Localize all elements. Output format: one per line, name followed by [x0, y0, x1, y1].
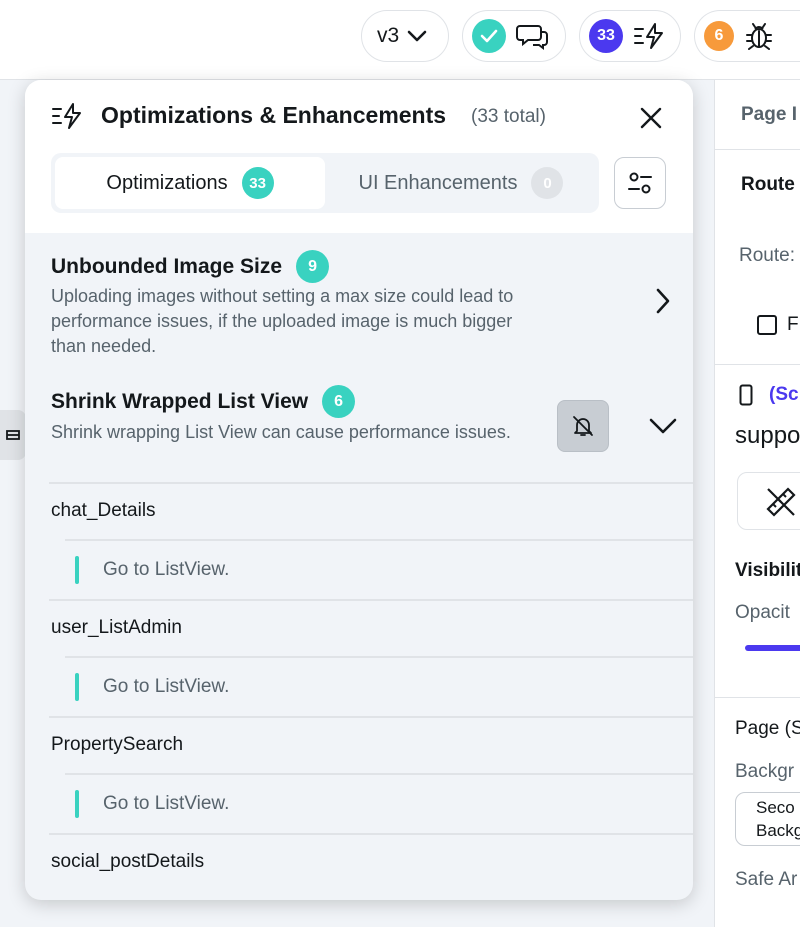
- comments-button[interactable]: [462, 10, 566, 62]
- visibility-label: Visibilit: [735, 560, 800, 581]
- top-toolbar: v3 33 6: [0, 0, 800, 80]
- list-item: social_postDetails: [51, 851, 205, 872]
- goto-label: Go to ListView.: [103, 793, 230, 814]
- goto-label: Go to ListView.: [103, 676, 230, 697]
- tab-ui-enhancements[interactable]: UI Enhancements 0: [327, 157, 595, 209]
- route-checkbox-row[interactable]: F: [757, 314, 799, 336]
- list-item: user_ListAdmin: [51, 617, 182, 638]
- tab-count-badge: 0: [531, 167, 564, 199]
- lightning-list-icon: [52, 103, 81, 129]
- checkbox[interactable]: [757, 315, 777, 335]
- divider: [715, 149, 800, 150]
- section-title-text: Unbounded Image Size: [51, 254, 283, 278]
- panel-header: Page I: [741, 104, 797, 125]
- lightning-list-icon: [634, 23, 663, 49]
- optimizations-count-badge: 33: [589, 19, 623, 53]
- divider: [65, 656, 693, 658]
- page-label: Page (S: [735, 718, 800, 739]
- popover-title: Optimizations & Enhancements: [101, 102, 447, 128]
- background-label: Backgr: [735, 761, 795, 782]
- ruler-pencil-icon: [766, 487, 796, 517]
- route-label: Route:: [739, 245, 795, 266]
- section-count-badge: 9: [296, 250, 330, 283]
- accent-bar: [75, 556, 79, 584]
- goto-link[interactable]: Go to ListView.: [75, 790, 229, 818]
- bugs-count-badge: 6: [704, 21, 734, 51]
- chevron-right-icon: [656, 288, 670, 314]
- panel-icon: [6, 430, 20, 440]
- expand-section-button[interactable]: [651, 281, 675, 321]
- safe-area-label: Safe Ar: [735, 869, 798, 890]
- accent-bar: [75, 790, 79, 818]
- check-icon: [472, 19, 506, 53]
- screen-tag: (Sc: [769, 384, 799, 405]
- section-description: Uploading images without setting a max s…: [51, 286, 514, 356]
- checkbox-label: F: [787, 314, 799, 335]
- screen-tag-row: (Sc: [739, 384, 799, 406]
- chat-bubbles-icon: [516, 25, 548, 50]
- goto-link[interactable]: Go to ListView.: [75, 556, 229, 584]
- tab-label: UI Enhancements: [358, 171, 518, 194]
- accent-bar: [75, 673, 79, 701]
- color-value-line-1: Seco: [756, 798, 795, 817]
- bug-icon: [746, 23, 772, 50]
- tab-count-badge: 33: [241, 167, 274, 199]
- version-dropdown[interactable]: v3: [361, 10, 449, 62]
- opacity-label: Opacit: [735, 602, 790, 623]
- divider: [49, 599, 693, 601]
- list-item: chat_Details: [51, 500, 156, 521]
- divider: [715, 364, 800, 365]
- opacity-slider[interactable]: [745, 645, 800, 651]
- bugs-button[interactable]: 6: [694, 10, 800, 62]
- mute-notifications-button[interactable]: [557, 400, 609, 452]
- sliders-icon: [628, 172, 652, 194]
- optimizations-button[interactable]: 33: [579, 10, 681, 62]
- section-title-text: Shrink Wrapped List View: [51, 389, 309, 413]
- goto-label: Go to ListView.: [103, 559, 230, 580]
- section-count-badge: 6: [322, 385, 356, 418]
- section-title: Shrink Wrapped List View 6: [51, 385, 356, 418]
- list-item: PropertySearch: [51, 734, 184, 755]
- route-section-title: Route: [741, 174, 795, 195]
- chevron-down-icon: [407, 30, 427, 42]
- divider: [49, 833, 693, 835]
- goto-link[interactable]: Go to ListView.: [75, 673, 229, 701]
- collapsed-side-tab[interactable]: [0, 410, 26, 460]
- filter-button[interactable]: [614, 157, 666, 209]
- support-text: suppo: [735, 422, 800, 449]
- color-value-line-2: Backg: [756, 821, 800, 840]
- version-label: v3: [377, 24, 400, 47]
- section-description: Shrink wrapping List View can cause perf…: [51, 422, 511, 442]
- tab-optimizations[interactable]: Optimizations 33: [55, 157, 325, 209]
- divider: [49, 482, 693, 484]
- chevron-down-icon: [649, 418, 677, 434]
- close-button[interactable]: [637, 104, 665, 132]
- tab-label: Optimizations: [106, 171, 228, 194]
- design-tool-button[interactable]: [737, 472, 800, 530]
- tab-bar: Optimizations 33 UI Enhancements 0: [51, 153, 599, 213]
- section-title: Unbounded Image Size 9: [51, 250, 330, 283]
- close-icon: [640, 107, 662, 129]
- phone-icon: [739, 384, 753, 406]
- popover-header: Optimizations & Enhancements (33 total) …: [25, 80, 693, 233]
- background-color-field[interactable]: Seco Backg: [735, 792, 800, 846]
- divider: [65, 539, 693, 541]
- total-count: (33 total): [471, 106, 546, 127]
- divider: [715, 697, 800, 698]
- bell-off-icon: [573, 416, 593, 436]
- collapse-section-button[interactable]: [647, 406, 679, 446]
- optimizations-popover: Optimizations & Enhancements (33 total) …: [25, 80, 693, 900]
- divider: [65, 773, 693, 775]
- properties-panel: Page I Route Route: F (Sc suppo Visibili…: [714, 80, 800, 927]
- divider: [49, 716, 693, 718]
